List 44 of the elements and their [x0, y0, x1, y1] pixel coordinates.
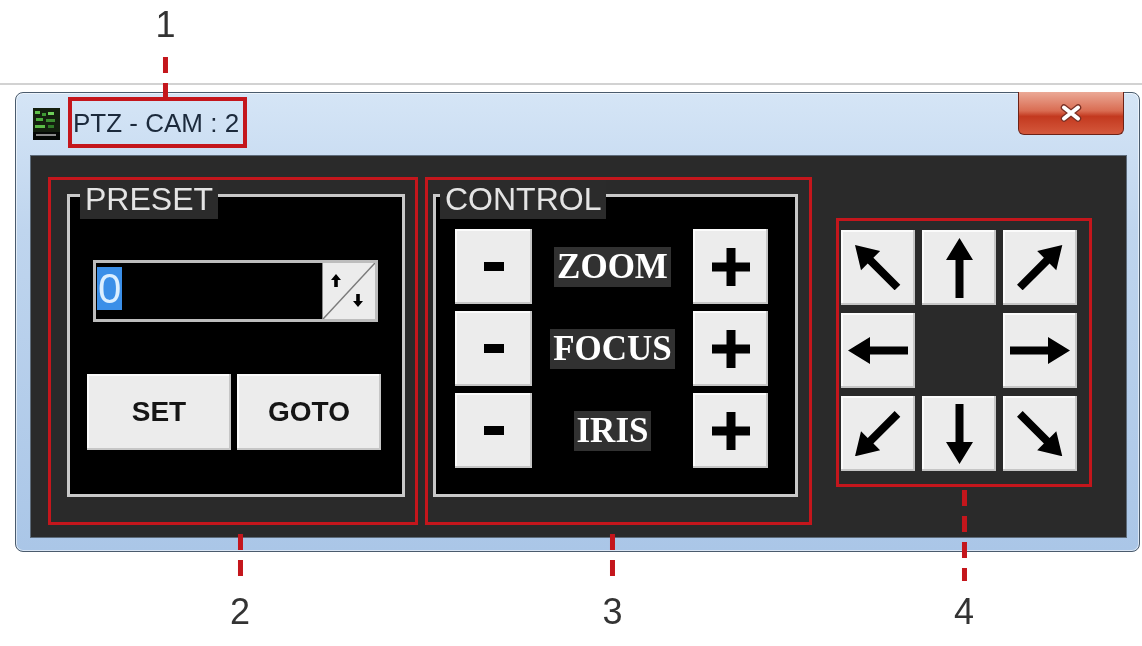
window-title: PTZ - CAM : 2	[73, 107, 240, 138]
callout-number: 3	[602, 592, 623, 632]
direction-button[interactable]	[841, 313, 915, 388]
arrow-down-right-icon	[1017, 410, 1063, 457]
direction-button[interactable]	[922, 396, 996, 471]
plus-icon	[711, 329, 750, 368]
app-icon	[33, 108, 60, 140]
direction-button[interactable]	[922, 230, 996, 305]
plus-icon	[711, 411, 750, 450]
spin-button[interactable]	[322, 263, 375, 319]
field-value: 0	[97, 267, 123, 310]
callout-number: 4	[954, 592, 974, 632]
arrow-down-icon	[945, 403, 973, 464]
minus-icon	[483, 426, 504, 435]
direction-button[interactable]	[1003, 313, 1077, 388]
minus-icon	[483, 344, 504, 353]
close-icon	[1060, 104, 1082, 122]
minus-button[interactable]	[455, 311, 532, 386]
arrow-up-left-icon	[855, 244, 901, 291]
plus-button[interactable]	[693, 393, 768, 468]
plus-button[interactable]	[693, 229, 768, 304]
arrow-up-icon	[945, 237, 973, 298]
close-button[interactable]	[1018, 92, 1124, 135]
minus-icon	[483, 262, 504, 271]
minus-button[interactable]	[455, 393, 532, 468]
plus-icon	[711, 247, 750, 286]
direction-button[interactable]	[1003, 396, 1077, 471]
direction-button[interactable]	[841, 230, 915, 305]
direction-button[interactable]	[841, 396, 915, 471]
direction-button[interactable]	[1003, 230, 1077, 305]
callout-number: 2	[230, 592, 250, 632]
plus-button[interactable]	[693, 311, 768, 386]
control-label: ZOOM	[554, 246, 671, 287]
up-down-arrows-icon	[323, 263, 375, 319]
control-label: FOCUS	[550, 328, 675, 369]
control-label: IRIS	[573, 410, 652, 451]
goto-button[interactable]: GOTO	[237, 374, 381, 450]
callout-number: 1	[155, 5, 176, 45]
arrow-down-left-icon	[855, 410, 901, 457]
arrow-up-right-icon	[1017, 244, 1063, 291]
minus-button[interactable]	[455, 229, 532, 304]
arrow-left-icon	[848, 337, 908, 364]
set-button[interactable]: SET	[87, 374, 231, 450]
arrow-right-icon	[1010, 337, 1070, 364]
